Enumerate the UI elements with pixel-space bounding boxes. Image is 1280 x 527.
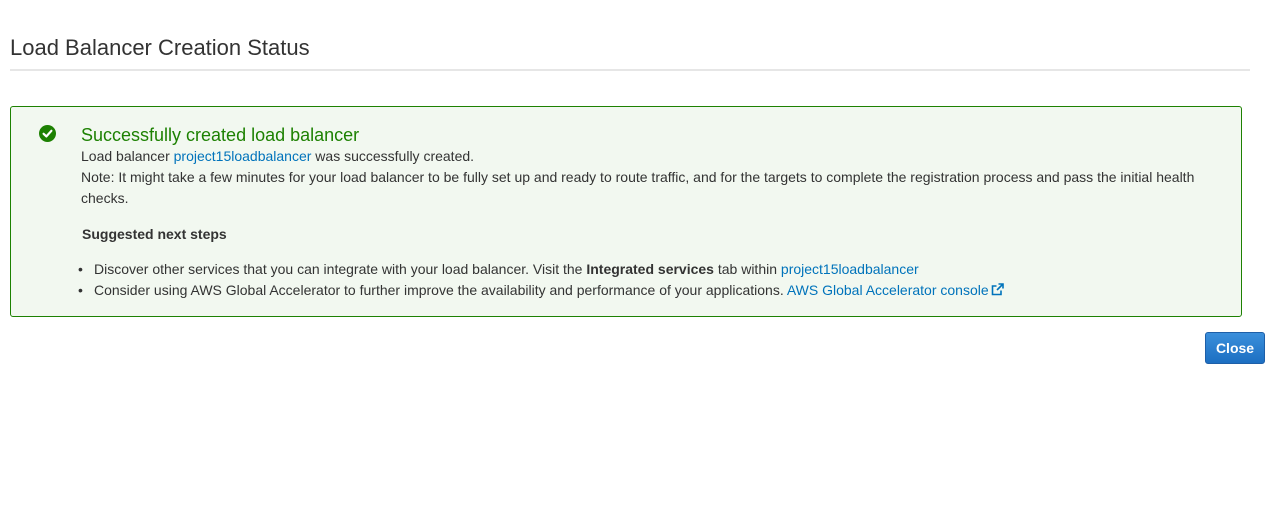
- global-accelerator-console-label: AWS Global Accelerator console: [786, 282, 989, 298]
- step-text: Discover other services that you can int…: [94, 261, 583, 277]
- global-accelerator-console-link[interactable]: AWS Global Accelerator console: [787, 282, 1004, 298]
- list-item: • Consider using AWS Global Accelerator …: [78, 280, 1004, 301]
- title-divider: [10, 69, 1250, 71]
- success-heading: Successfully created load balancer: [81, 125, 360, 145]
- integrated-services-label: Integrated services: [586, 261, 714, 277]
- integrated-services-lb-link[interactable]: project15loadbalancer: [781, 261, 919, 277]
- created-prefix: Load balancer: [81, 148, 170, 164]
- bullet: •: [78, 282, 83, 298]
- success-alert: Successfully created load balancer Load …: [10, 106, 1242, 317]
- list-item: • Discover other services that you can i…: [78, 259, 1004, 280]
- page: Load Balancer Creation Status Successful…: [0, 0, 1280, 527]
- next-steps-list: • Discover other services that you can i…: [78, 259, 1004, 301]
- created-suffix: was successfully created.: [315, 148, 475, 164]
- next-steps-heading: Suggested next steps: [82, 226, 227, 242]
- page-title: Load Balancer Creation Status: [10, 35, 310, 60]
- check-circle-icon: [39, 125, 56, 142]
- close-button[interactable]: Close: [1205, 332, 1265, 364]
- bullet: •: [78, 261, 83, 277]
- load-balancer-link[interactable]: project15loadbalancer: [174, 148, 312, 164]
- created-message: Load balancer project15loadbalancer was …: [81, 146, 474, 167]
- setup-note: Note: It might take a few minutes for yo…: [81, 169, 1195, 206]
- external-link-icon: [991, 283, 1004, 296]
- step-text-after: tab within: [717, 261, 778, 277]
- step-text: Consider using AWS Global Accelerator to…: [94, 282, 784, 298]
